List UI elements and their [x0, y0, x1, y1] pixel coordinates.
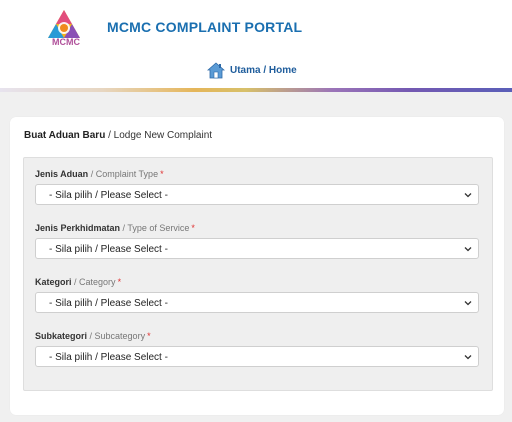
label-separator: /	[88, 169, 96, 179]
category-select[interactable]: - Sila pilih / Please Select -	[35, 292, 479, 313]
label-sub: Subcategory	[94, 331, 146, 341]
complaint-card: Buat Aduan Baru / Lodge New Complaint Je…	[10, 117, 504, 415]
field-subcategory: Subkategori / Subcategory * - Sila pilih …	[35, 329, 481, 367]
field-category: Kategori / Category * - Sila pilih / Plea…	[35, 275, 481, 313]
complaint-form: Jenis Aduan / Complaint Type * - Sila pil…	[23, 157, 493, 391]
card-title: Buat Aduan Baru / Lodge New Complaint	[24, 130, 212, 141]
field-label: Subkategori / Subcategory *	[35, 329, 481, 343]
required-marker: *	[147, 331, 151, 341]
header: MCMC MCMC COMPLAINT PORTAL Utama / Home	[0, 0, 512, 88]
home-icon	[207, 61, 225, 78]
field-service-type: Jenis Perkhidmatan / Type of Service * - …	[35, 221, 481, 259]
header-divider	[0, 88, 512, 92]
label-main: Jenis Perkhidmatan	[35, 223, 121, 233]
label-sub: Complaint Type	[95, 169, 159, 179]
chevron-down-icon	[464, 247, 472, 252]
select-value: - Sila pilih / Please Select -	[49, 298, 168, 309]
label-separator: /	[71, 277, 80, 287]
field-label: Kategori / Category *	[35, 275, 481, 289]
subcategory-select[interactable]: - Sila pilih / Please Select -	[35, 346, 479, 367]
home-link-label: Utama / Home	[230, 64, 297, 76]
label-main: Subkategori	[35, 331, 88, 341]
required-marker: *	[117, 277, 122, 287]
complaint-type-select[interactable]: - Sila pilih / Please Select -	[35, 184, 479, 205]
field-label: Jenis Aduan / Complaint Type *	[35, 167, 481, 181]
select-value: - Sila pilih / Please Select -	[49, 190, 168, 201]
label-main: Jenis Aduan	[35, 169, 89, 179]
required-marker: *	[160, 169, 164, 179]
service-type-select[interactable]: - Sila pilih / Please Select -	[35, 238, 479, 259]
portal-title: MCMC COMPLAINT PORTAL	[107, 19, 303, 35]
required-marker: *	[191, 223, 195, 233]
label-main: Kategori	[35, 277, 72, 287]
label-sub: Type of Service	[127, 223, 190, 233]
select-value: - Sila pilih / Please Select -	[49, 352, 168, 363]
chevron-down-icon	[464, 193, 472, 198]
field-label: Jenis Perkhidmatan / Type of Service *	[35, 221, 481, 235]
logo-text: MCMC	[52, 37, 80, 47]
label-sub: Category	[79, 277, 116, 287]
select-value: - Sila pilih / Please Select -	[49, 244, 168, 255]
field-complaint-type: Jenis Aduan / Complaint Type * - Sila pil…	[35, 167, 481, 205]
chevron-down-icon	[464, 301, 472, 306]
card-title-main: Buat Aduan Baru	[24, 130, 106, 141]
card-title-sub: / Lodge New Complaint	[105, 130, 213, 141]
label-separator: /	[87, 331, 95, 341]
home-link[interactable]: Utama / Home	[207, 60, 297, 80]
chevron-down-icon	[464, 355, 472, 360]
